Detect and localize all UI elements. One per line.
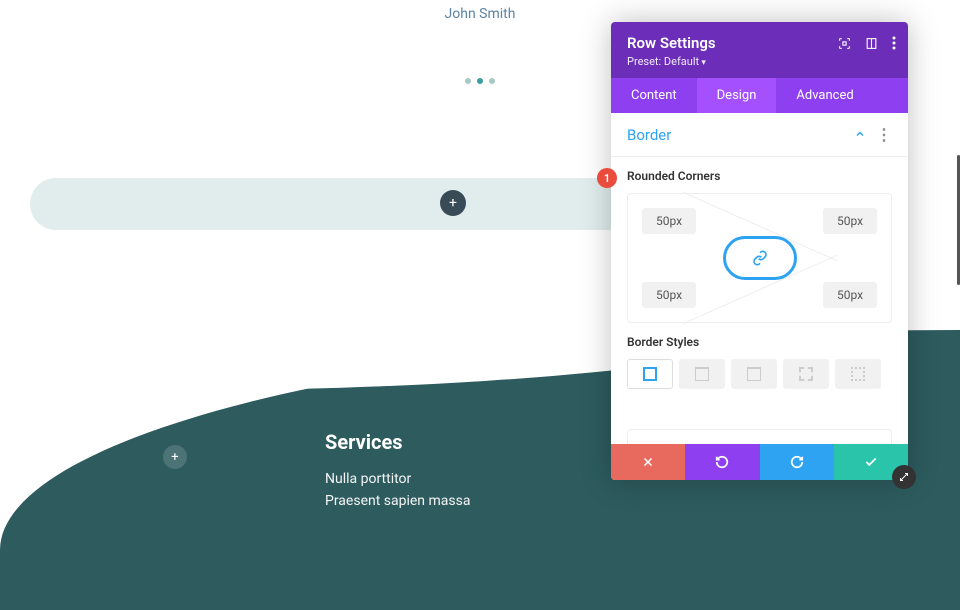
corner-bottom-right-input[interactable]: 50px <box>823 282 877 308</box>
services-item: Praesent sapien massa <box>325 490 470 512</box>
check-icon <box>864 455 878 469</box>
slider-dot[interactable] <box>489 78 495 84</box>
panel-tabs: Content Design Advanced <box>611 78 908 113</box>
kebab-menu-icon[interactable] <box>892 36 896 50</box>
slider-dots <box>465 78 495 84</box>
resize-icon <box>898 471 910 483</box>
services-heading: Services <box>325 430 470 454</box>
border-section-title: Border <box>627 126 854 144</box>
corner-top-left-input[interactable]: 50px <box>642 208 696 234</box>
chevron-up-icon[interactable] <box>854 125 866 144</box>
add-section-button[interactable]: + <box>163 445 187 469</box>
row-settings-panel: Row Settings Preset: Default Content Des… <box>611 22 908 480</box>
rounded-corners-control: 50px 50px 50px 50px <box>627 193 892 323</box>
panel-body[interactable]: Rounded Corners 50px 50px 50px 50px Bord… <box>611 157 908 444</box>
panel-resize-handle[interactable] <box>892 465 916 489</box>
testimonial-author: John Smith <box>0 6 960 22</box>
border-styles-label: Border Styles <box>627 335 892 349</box>
undo-button[interactable] <box>685 444 759 480</box>
border-style-dotted[interactable] <box>835 359 881 389</box>
corner-top-right-input[interactable]: 50px <box>823 208 877 234</box>
panel-footer-actions <box>611 444 908 480</box>
focus-icon[interactable] <box>838 37 851 50</box>
undo-icon <box>715 455 729 469</box>
rounded-corners-label: Rounded Corners <box>627 169 892 183</box>
tab-advanced[interactable]: Advanced <box>776 78 873 113</box>
section-options-icon[interactable]: ⋮ <box>876 125 892 144</box>
border-styles-group <box>627 359 892 389</box>
redo-button[interactable] <box>760 444 834 480</box>
slider-dot-active[interactable] <box>477 78 483 84</box>
tab-content[interactable]: Content <box>611 78 697 113</box>
border-style-right[interactable] <box>731 359 777 389</box>
cancel-button[interactable] <box>611 444 685 480</box>
services-column: Services Nulla porttitor Praesent sapien… <box>325 430 470 513</box>
border-style-dashed[interactable] <box>783 359 829 389</box>
border-style-all[interactable] <box>627 359 673 389</box>
annotation-step-badge: 1 <box>597 168 617 188</box>
link-icon <box>752 250 768 266</box>
border-style-top[interactable] <box>679 359 725 389</box>
border-section-header[interactable]: Border ⋮ <box>611 113 908 157</box>
tab-design[interactable]: Design <box>697 78 777 113</box>
panel-header[interactable]: Row Settings Preset: Default <box>611 22 908 78</box>
add-module-button[interactable]: + <box>440 190 466 216</box>
corner-bottom-left-input[interactable]: 50px <box>642 282 696 308</box>
services-item: Nulla porttitor <box>325 468 470 490</box>
close-icon <box>642 456 654 468</box>
redo-icon <box>790 455 804 469</box>
snap-icon[interactable] <box>865 37 878 50</box>
corners-link-toggle[interactable] <box>723 236 797 280</box>
preset-dropdown[interactable]: Preset: Default <box>627 55 892 68</box>
slider-dot[interactable] <box>465 78 471 84</box>
